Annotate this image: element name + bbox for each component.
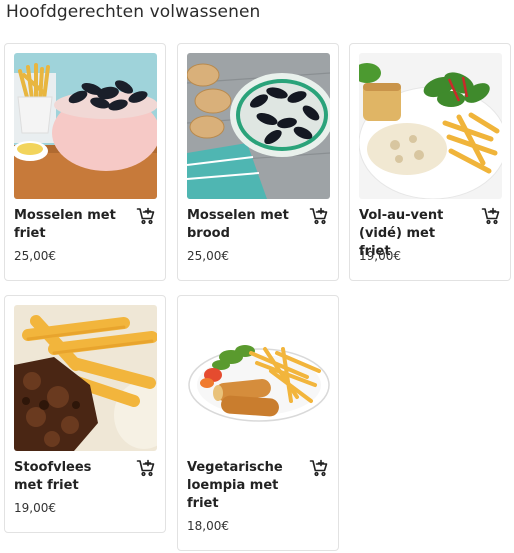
product-price: 25,00€ — [14, 249, 56, 263]
section-title: Hoofdgerechten volwassenen — [6, 2, 261, 22]
add-to-cart-icon[interactable] — [481, 206, 501, 226]
beef-stew-with-fries-photo[interactable] — [14, 305, 157, 451]
product-card-mosselen-met-friet[interactable]: Mosselen met friet 25,00€ — [4, 43, 166, 281]
add-to-cart-icon[interactable] — [136, 458, 156, 478]
product-name: Mosselen met brood — [187, 208, 289, 241]
mussels-dish-with-bread-photo[interactable] — [187, 53, 330, 199]
product-price: 25,00€ — [187, 249, 229, 263]
product-price: 18,00€ — [187, 519, 229, 533]
product-name: Mosselen met friet — [14, 208, 116, 241]
product-price: 19,00€ — [359, 249, 401, 263]
product-card-mosselen-met-brood[interactable]: Mosselen met brood 25,00€ — [177, 43, 339, 281]
product-card-vegetarische-loempia[interactable]: Vegetarische loempia met friet 18,00€ — [177, 295, 339, 551]
product-name: Stoofvlees met friet — [14, 460, 92, 493]
add-to-cart-icon[interactable] — [136, 206, 156, 226]
add-to-cart-icon[interactable] — [309, 458, 329, 478]
vegetarian-springroll-with-fries-photo[interactable] — [187, 305, 330, 451]
vol-au-vent-with-fries-photo[interactable] — [359, 53, 502, 199]
mussels-pot-with-fries-photo[interactable] — [14, 53, 157, 199]
product-name: Vegetarische loempia met friet — [187, 460, 283, 511]
product-card-vol-au-vent[interactable]: Vol-au-vent (vidé) met friet 19,00€ — [349, 43, 511, 281]
product-price: 19,00€ — [14, 501, 56, 515]
add-to-cart-icon[interactable] — [309, 206, 329, 226]
product-card-stoofvlees[interactable]: Stoofvlees met friet 19,00€ — [4, 295, 166, 533]
